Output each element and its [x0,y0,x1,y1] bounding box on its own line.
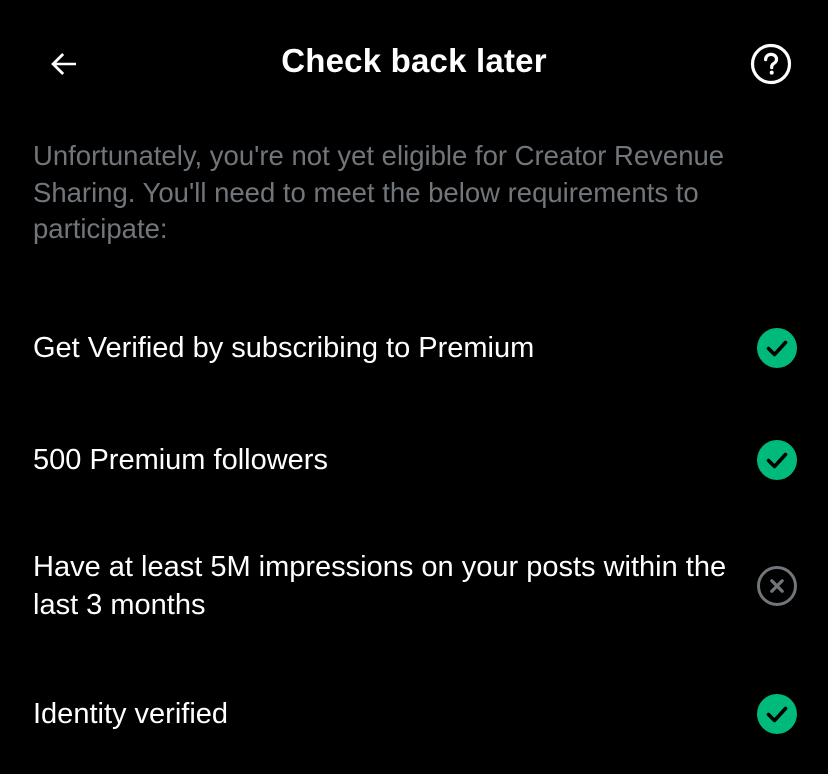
requirement-label: Get Verified by subscribing to Premium [33,332,535,364]
requirement-item: Get Verified by subscribing to Premium [33,327,798,369]
requirement-item: 500 Premium followers [33,439,798,481]
requirement-item: Identity verified [33,693,798,735]
requirement-label: Have at least 5M impressions on your pos… [33,551,727,621]
check-circle-icon [756,439,798,481]
question-circle-icon [750,43,792,90]
requirement-label: 500 Premium followers [33,444,328,476]
requirement-label: Identity verified [33,698,229,730]
x-circle-icon [756,565,798,607]
check-circle-icon [756,693,798,735]
check-circle-icon [756,327,798,369]
top-bar: Check back later [0,0,828,130]
requirement-item: Have at least 5M impressions on your pos… [33,548,798,624]
eligibility-intro: Unfortunately, you're not yet eligible f… [33,140,725,244]
help-button[interactable] [746,42,796,90]
page-title: Check back later [281,42,547,79]
